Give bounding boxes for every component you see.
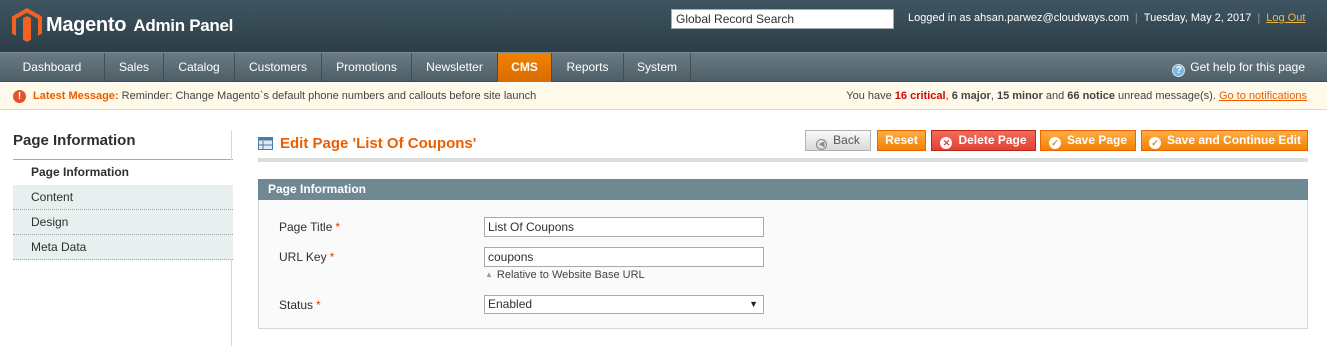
main-nav: Dashboard Sales Catalog Customers Promot… <box>0 52 1327 82</box>
summary-suffix: unread message(s). <box>1118 90 1216 102</box>
fieldset-body <box>258 200 1308 329</box>
note-triangle-icon: ▲ <box>485 270 493 279</box>
page-title-label: Page Title * <box>279 220 340 234</box>
brand-name: Magento <box>46 14 127 36</box>
save-continue-check-icon: ✓ <box>1149 137 1161 149</box>
message-bar: ! Latest Message: Reminder: Change Magen… <box>0 83 1327 110</box>
reset-label: Reset <box>885 133 918 147</box>
sidebar-item-content[interactable]: Content <box>13 185 233 210</box>
back-button[interactable]: ◀ Back <box>805 130 871 151</box>
current-date: Tuesday, May 2, 2017 <box>1143 12 1252 24</box>
nav-sales[interactable]: Sales <box>105 53 164 82</box>
alert-icon: ! <box>13 90 26 103</box>
url-key-note-text: Relative to Website Base URL <box>496 269 645 281</box>
nav-dashboard[interactable]: Dashboard <box>0 53 105 82</box>
help-icon: ? <box>1172 64 1186 77</box>
summary-and: and <box>1045 90 1065 102</box>
admin-header: Magento Admin Panel Logged in as ahsan.p… <box>0 0 1327 52</box>
back-label: Back <box>833 133 860 147</box>
heading-divider <box>258 158 1308 162</box>
critical-count: 16 critical <box>894 90 946 102</box>
notice-count: 66 notice <box>1067 90 1115 102</box>
required-mark: * <box>335 220 341 234</box>
delete-page-button[interactable]: ✕ Delete Page <box>931 130 1036 151</box>
delete-label: Delete Page <box>958 133 1027 147</box>
logged-in-text: Logged in as ahsan.parwez@cloudways.com <box>908 12 1129 24</box>
brand-title: Magento Admin Panel <box>46 14 233 37</box>
summary-prefix: You have <box>846 90 892 102</box>
page-title: Edit Page 'List Of Coupons' <box>280 135 477 152</box>
brand-subtitle: Admin Panel <box>133 16 234 35</box>
latest-message: Latest Message: Reminder: Change Magento… <box>33 83 536 109</box>
notification-summary: You have 16 critical, 6 major, 15 minor … <box>846 90 1307 102</box>
status-label: Status * <box>279 298 321 312</box>
user-bar: Logged in as ahsan.parwez@cloudways.com |… <box>908 12 1306 24</box>
sidebar-title: Page Information <box>13 132 136 149</box>
back-arrow-icon: ◀ <box>816 139 828 150</box>
required-mark: * <box>329 250 335 264</box>
page-title-label-text: Page Title <box>279 220 333 234</box>
status-select[interactable]: Enabled ▼ <box>484 295 764 314</box>
nav-cms[interactable]: CMS <box>498 53 552 82</box>
delete-icon: ✕ <box>940 137 953 149</box>
url-key-input[interactable] <box>484 247 764 267</box>
minor-count: 15 minor <box>996 90 1043 102</box>
save-continue-label: Save and Continue Edit <box>1167 133 1302 147</box>
dropdown-arrow-icon: ▼ <box>749 299 758 309</box>
nav-newsletter[interactable]: Newsletter <box>412 53 498 82</box>
global-search-input[interactable] <box>671 9 894 29</box>
major-count: 6 major <box>951 90 991 102</box>
page-grid-icon <box>258 137 273 150</box>
nav-promotions[interactable]: Promotions <box>322 53 412 82</box>
logout-link[interactable]: Log Out <box>1266 12 1305 24</box>
sidebar-item-design[interactable]: Design <box>13 210 233 235</box>
nav-customers[interactable]: Customers <box>235 53 322 82</box>
url-key-label-text: URL Key <box>279 250 327 264</box>
nav-catalog[interactable]: Catalog <box>164 53 235 82</box>
status-selected-value: Enabled <box>488 297 533 311</box>
required-mark: * <box>316 298 321 312</box>
page-title-input[interactable] <box>484 217 764 237</box>
go-to-notifications-link[interactable]: Go to notifications <box>1219 90 1307 102</box>
latest-message-text: Reminder: Change Magento`s default phone… <box>121 90 537 102</box>
magento-logo-icon <box>12 8 42 42</box>
fieldset-header: Page Information <box>258 179 1308 200</box>
sidebar-item-page-information[interactable]: Page Information <box>13 160 233 185</box>
save-page-button[interactable]: ✓ Save Page <box>1040 130 1136 151</box>
nav-reports[interactable]: Reports <box>552 53 624 82</box>
latest-message-label: Latest Message: <box>33 90 119 102</box>
nav-system[interactable]: System <box>624 53 691 82</box>
url-key-label: URL Key * <box>279 250 334 264</box>
save-check-icon: ✓ <box>1048 137 1061 149</box>
sidebar-item-meta-data[interactable]: Meta Data <box>13 235 233 260</box>
reset-button[interactable]: Reset <box>877 130 926 151</box>
save-and-continue-button[interactable]: ✓ Save and Continue Edit <box>1141 130 1308 151</box>
save-label: Save Page <box>1066 133 1128 147</box>
help-text: Get help for this page <box>1190 60 1305 74</box>
url-key-note: ▲ Relative to Website Base URL <box>485 269 645 281</box>
help-link[interactable]: ? Get help for this page <box>1172 53 1305 82</box>
status-label-text: Status <box>279 298 314 312</box>
